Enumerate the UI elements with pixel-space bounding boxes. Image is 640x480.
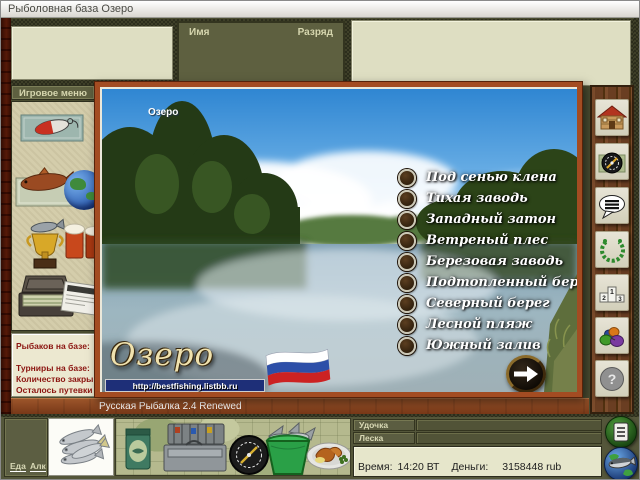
line-label: Леска [353, 432, 415, 444]
players-rank-header: Разряд [298, 27, 333, 81]
fish-inventory-button[interactable] [48, 418, 114, 476]
chat-icon [597, 191, 627, 221]
svg-text:2: 2 [602, 295, 606, 302]
fish-inventory-icon [51, 421, 111, 473]
location-option[interactable]: Ветреный плес [398, 230, 577, 251]
location-select-dialog: Озеро Под сенью клена Тихая заводь Запад… [94, 81, 583, 398]
radio-icon[interactable] [398, 295, 416, 313]
top-band: Имя Разряд [1, 19, 640, 85]
map-compass-icon [597, 147, 627, 177]
radio-icon[interactable] [398, 190, 416, 208]
spoon-lure-banknote-icon[interactable] [19, 107, 87, 149]
next-page-button[interactable] [506, 355, 546, 392]
location-option[interactable]: Северный берег [398, 293, 577, 314]
location-option[interactable]: Подтопленный берег [398, 272, 577, 293]
game-menu-header: Игровое меню [11, 85, 95, 100]
groundbait-pack-icon[interactable] [122, 425, 154, 473]
gear-shelf [115, 418, 351, 476]
location-option[interactable]: Березовая заводь [398, 251, 577, 272]
status-panel: Время: 14:20 ВТ Деньги: 3158448 rub [353, 446, 602, 477]
region-label: Озеро [148, 107, 178, 118]
podium-icon: 1 2 3 [597, 278, 627, 308]
bottom-bar: Еда Алк [1, 414, 640, 480]
tackle-box-icon[interactable] [156, 420, 232, 476]
newspaper-icon[interactable] [60, 278, 95, 320]
version-bar: Русская Рыбалка 2.4 Renewed [11, 398, 589, 414]
location-option[interactable]: Лесной пляж [398, 314, 577, 335]
records-button[interactable]: 1 2 3 [595, 274, 629, 311]
time-value: 14:20 ВТ [398, 461, 440, 473]
travel-map-button[interactable] [595, 143, 629, 180]
window-title: Рыболовная база Озеро [8, 3, 133, 15]
location-option[interactable]: Южный залив [398, 335, 577, 356]
russian-flag-icon [262, 342, 333, 390]
base-info-line: Количество закры [16, 374, 94, 385]
players-name-header: Имя [189, 27, 209, 81]
site-globe-icon [605, 448, 637, 480]
svg-text:?: ? [608, 371, 617, 387]
wreath-icon [597, 235, 627, 265]
baits-button[interactable] [595, 317, 629, 354]
help-button[interactable]: ? [595, 360, 629, 397]
location-option[interactable]: Под сенью клена [398, 167, 577, 188]
achievements-button[interactable] [595, 231, 629, 268]
base-info-line: Рыбаков на базе: [16, 341, 94, 352]
game-menu-panel [11, 101, 95, 331]
home-icon [597, 103, 627, 133]
food-alcohol-panel: Еда Алк [5, 419, 47, 476]
location-list: Под сенью клена Тихая заводь Западный за… [398, 167, 577, 356]
players-panel: Имя Разряд [177, 21, 345, 83]
brick-border [1, 18, 11, 414]
food-plate-icon[interactable] [306, 431, 351, 473]
radio-icon[interactable] [398, 337, 416, 355]
line-slot[interactable] [416, 432, 602, 444]
chat-panel-left [11, 26, 173, 80]
radio-icon[interactable] [398, 316, 416, 334]
svg-text:1: 1 [610, 289, 614, 296]
right-toolbar: 1 2 3 ? [590, 85, 634, 414]
beer-mugs-icon[interactable] [62, 218, 95, 264]
money-label: Деньги: [451, 461, 488, 473]
food-label: Еда [10, 461, 26, 472]
titlebar: Рыболовная база Озеро [1, 1, 640, 18]
notes-icon [612, 422, 630, 442]
base-info-line: Осталось путевки [16, 385, 94, 396]
lake-photo: Озеро Под сенью клена Тихая заводь Запад… [102, 89, 577, 392]
radio-icon[interactable] [398, 232, 416, 250]
alcohol-label: Алк [30, 461, 46, 472]
home-button[interactable] [595, 99, 629, 136]
location-option[interactable]: Тихая заводь [398, 188, 577, 209]
chat-button[interactable] [595, 187, 629, 224]
rod-slot[interactable] [416, 419, 602, 431]
arrow-right-icon [513, 365, 539, 383]
help-icon: ? [597, 364, 627, 394]
time-label: Время: [358, 461, 393, 473]
site-url: http://bestfishing.listbb.ru [105, 379, 265, 392]
rod-label: Удочка [353, 419, 415, 431]
info-panel-right [351, 20, 631, 86]
base-info-panel: Рыбаков на базе: Турниры на базе: Количе… [11, 333, 95, 397]
base-info-line: Турниры на базе: [16, 363, 94, 374]
radio-icon[interactable] [398, 211, 416, 229]
notes-button[interactable] [605, 416, 637, 448]
radio-icon[interactable] [398, 253, 416, 271]
site-globe-button[interactable] [604, 447, 638, 480]
radio-icon[interactable] [398, 274, 416, 292]
money-value: 3158448 rub [502, 461, 561, 473]
right-border [634, 18, 640, 480]
lures-icon [597, 321, 627, 351]
lake-logo-title: Озеро [110, 337, 214, 373]
game-window: Рыболовная база Озеро Имя Разряд Игровое… [0, 0, 640, 480]
radio-icon[interactable] [398, 169, 416, 187]
location-option[interactable]: Западный затон [398, 209, 577, 230]
